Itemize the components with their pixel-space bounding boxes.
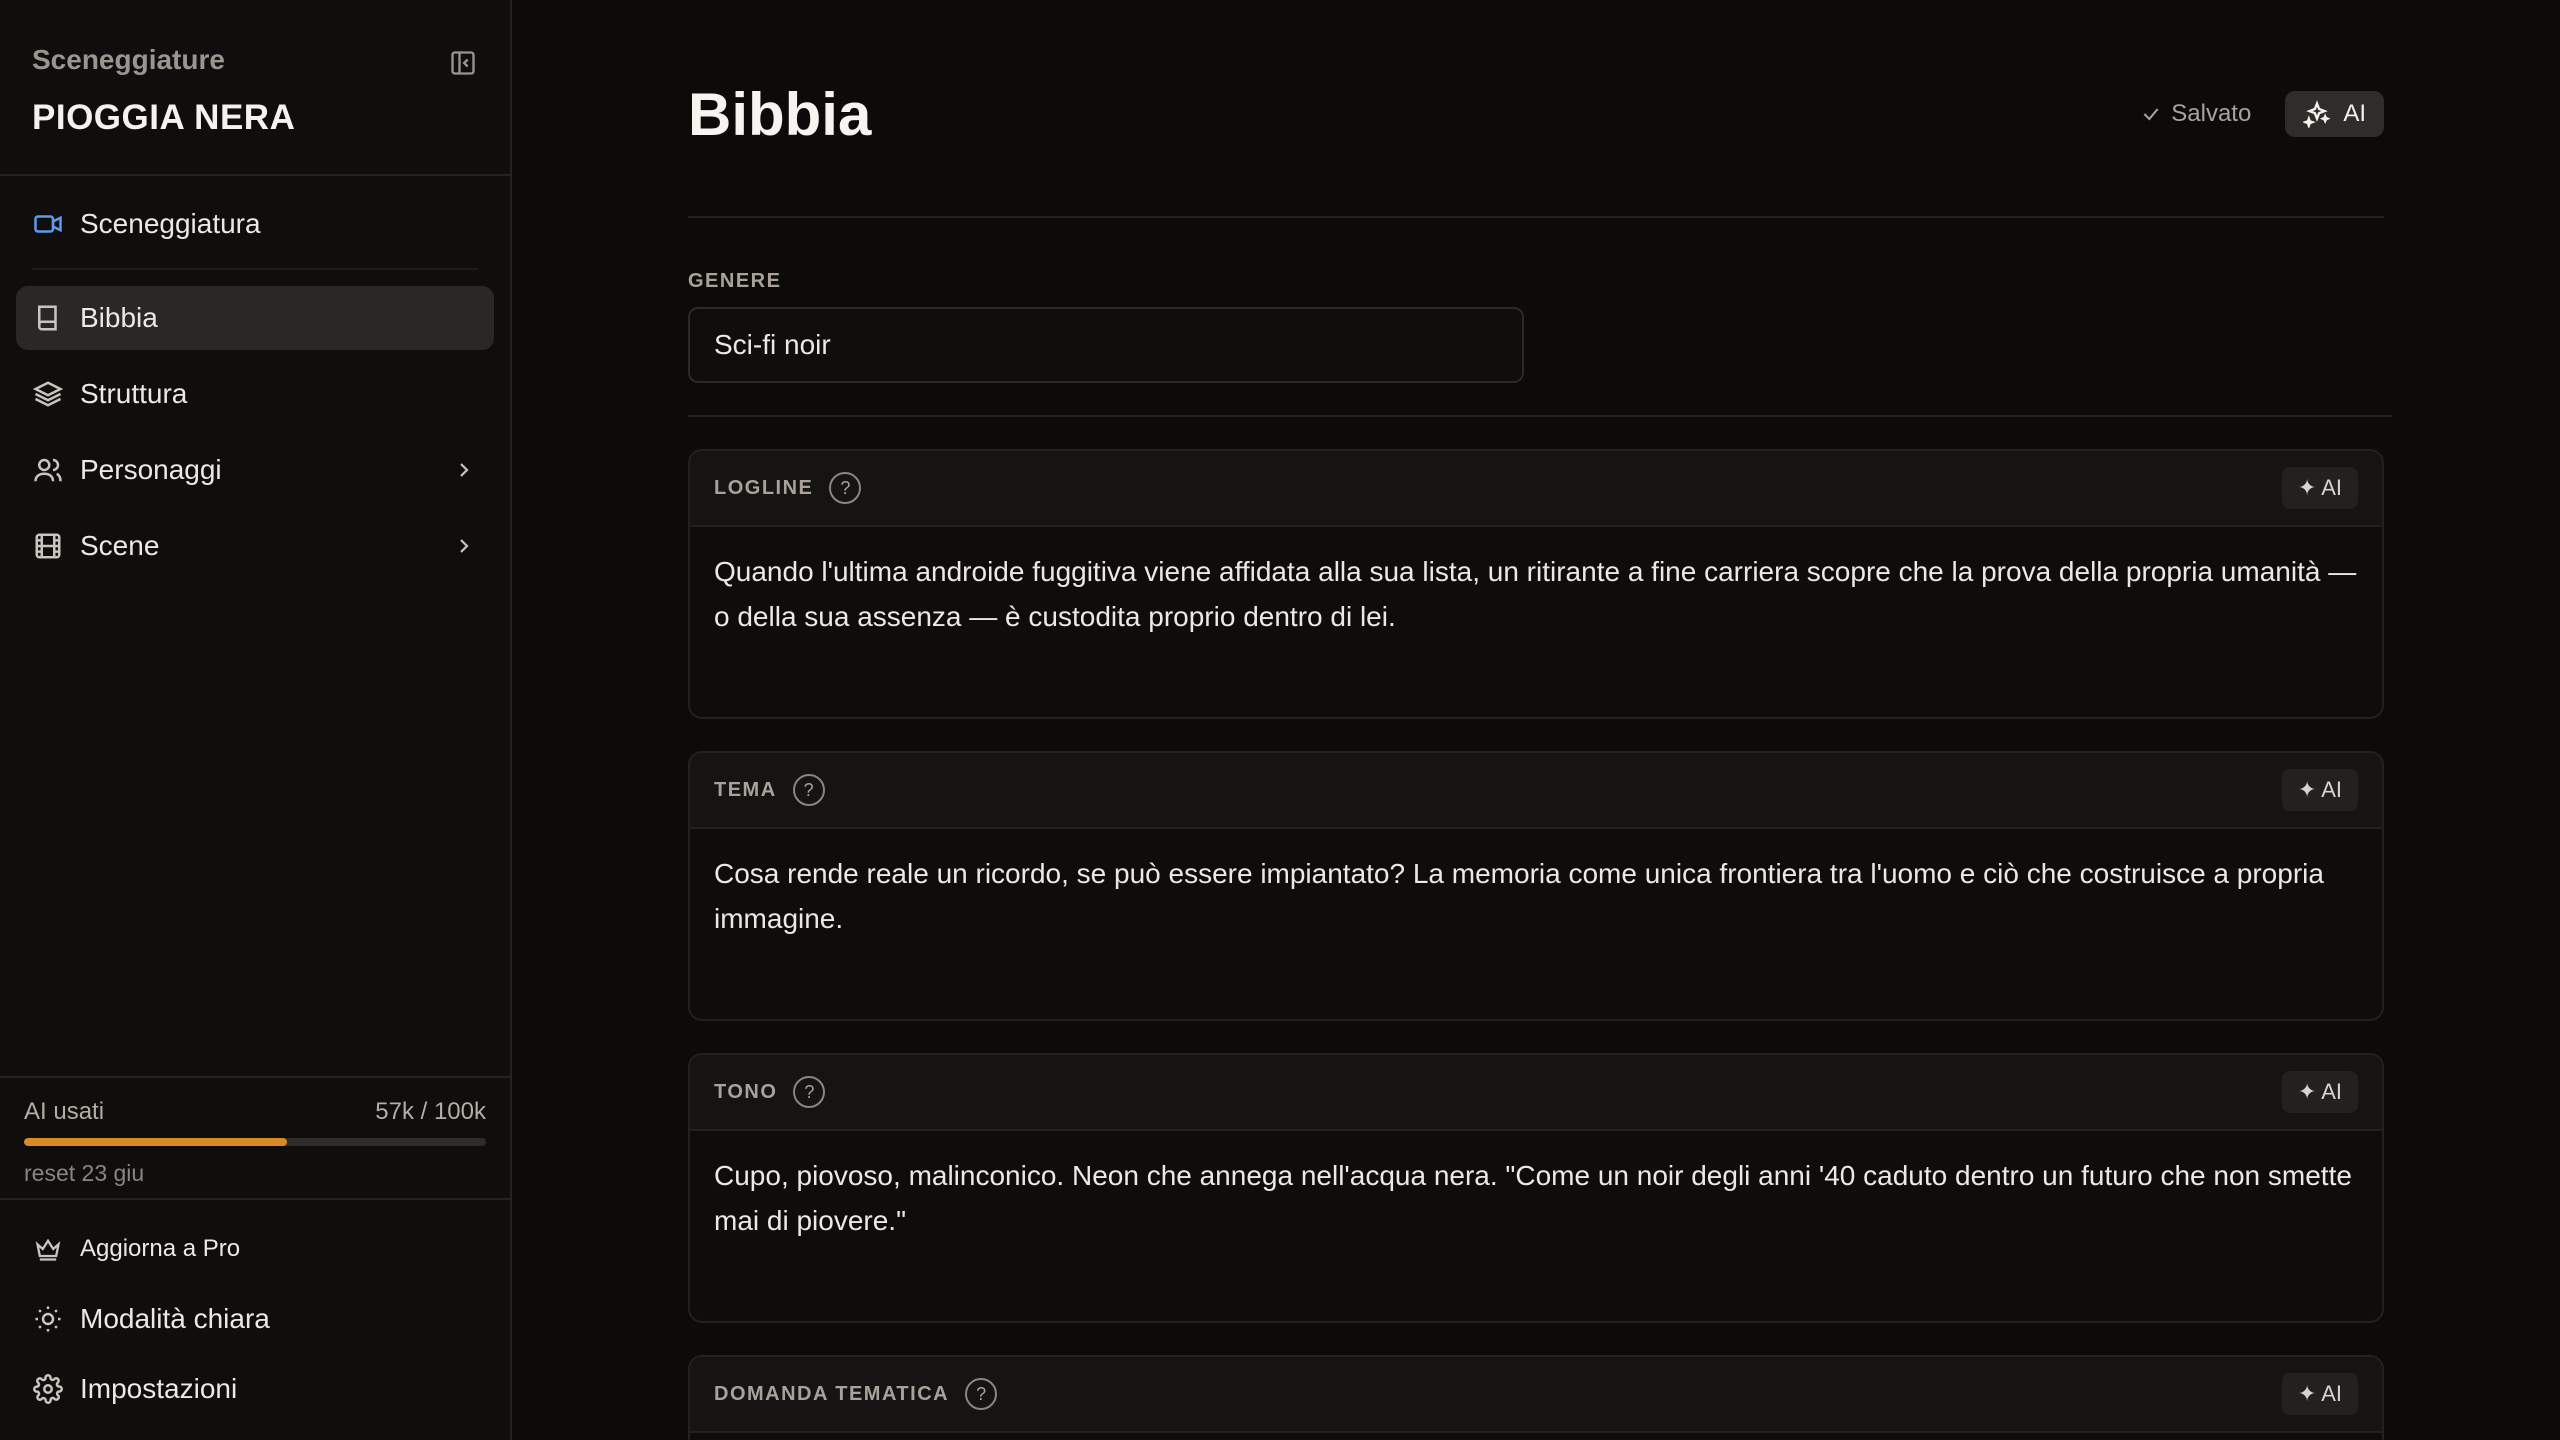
light-mode-label: Modalità chiara	[80, 1303, 270, 1334]
sidebar-item-label: Sceneggiatura	[80, 208, 261, 239]
domanda-tematica-card: DOMANDA TEMATICA ? ✦ AI	[688, 1355, 2384, 1440]
help-icon[interactable]: ?	[965, 1378, 998, 1410]
upgrade-pro-label: Aggiorna a Pro	[80, 1235, 241, 1262]
sparkles-icon	[2303, 100, 2331, 128]
ai-usage-reset-date: reset 23 giu	[24, 1160, 145, 1186]
sidebar-item-label: Struttura	[80, 378, 188, 409]
section-title: TEMA	[714, 778, 777, 801]
upgrade-pro-button[interactable]: Aggiorna a Pro	[16, 1214, 494, 1284]
light-mode-toggle[interactable]: Modalità chiara	[16, 1284, 494, 1354]
genre-section: GENERE	[688, 218, 2392, 417]
ai-suggest-button[interactable]: ✦ AI	[2281, 467, 2358, 509]
sidebar-collapse-icon	[451, 51, 475, 75]
genre-label: GENERE	[688, 270, 782, 292]
sidebar-item-struttura[interactable]: Struttura	[16, 362, 494, 426]
ai-usage-progress-bar	[24, 1138, 486, 1146]
ai-usage-label: AI usati	[24, 1098, 105, 1125]
genre-input[interactable]	[688, 307, 1524, 383]
gear-icon	[32, 1373, 64, 1405]
sidebar-header: Sceneggiature PIOGGIA NERA	[0, 0, 510, 176]
film-icon	[32, 530, 64, 562]
sidebar-item-label: Bibbia	[80, 302, 158, 333]
section-title: TONO	[714, 1080, 778, 1103]
help-icon[interactable]: ?	[829, 472, 862, 504]
card-header: TONO ? ✦ AI	[690, 1055, 2382, 1131]
users-icon	[32, 454, 64, 486]
sidebar-nav: Sceneggiatura Bibbia Struttura Personagg	[0, 176, 510, 606]
ai-assistant-button[interactable]: AI	[2285, 91, 2384, 137]
ai-button-label: AI	[2343, 100, 2366, 127]
check-icon	[2143, 108, 2159, 121]
tono-text[interactable]: Cupo, piovoso, malinconico. Neon che ann…	[690, 1131, 2382, 1321]
video-camera-icon	[32, 208, 64, 240]
sidebar-item-sceneggiatura[interactable]: Sceneggiatura	[16, 192, 494, 256]
tono-card: TONO ? ✦ AI Cupo, piovoso, malinconico. …	[688, 1053, 2384, 1323]
section-title: DOMANDA TEMATICA	[714, 1382, 950, 1405]
main-content: Bibbia Salvato AI GENERE Sci-fi noir LOG…	[512, 0, 2560, 1440]
card-header: DOMANDA TEMATICA ? ✦ AI	[690, 1357, 2382, 1433]
tema-card: TEMA ? ✦ AI Cosa rende reale un ricordo,…	[688, 751, 2384, 1021]
chevron-right-icon[interactable]	[450, 532, 478, 560]
sidebar-item-scene[interactable]: Scene	[16, 514, 494, 578]
crown-icon	[32, 1233, 64, 1265]
settings-button[interactable]: Impostazioni	[16, 1354, 494, 1424]
card-header: LOGLINE ? ✦ AI	[690, 451, 2382, 527]
page-header: Bibbia Salvato AI	[688, 0, 2384, 218]
ai-suggest-button[interactable]: ✦ AI	[2281, 1071, 2358, 1113]
saved-status: Salvato	[2141, 100, 2251, 128]
ai-suggest-button[interactable]: ✦ AI	[2281, 1373, 2358, 1415]
sidebar-item-bibbia[interactable]: Bibbia	[16, 286, 494, 350]
logline-card: LOGLINE ? ✦ AI Quando l'ultima androide …	[688, 449, 2384, 719]
page-title: Bibbia	[688, 80, 872, 148]
layers-icon	[32, 378, 64, 410]
card-header: TEMA ? ✦ AI	[690, 753, 2382, 829]
logline-text[interactable]: Quando l'ultima androide fuggitiva viene…	[690, 527, 2382, 717]
saved-label: Salvato	[2171, 100, 2252, 127]
sidebar: Sceneggiature PIOGGIA NERA Sceneggiatura…	[0, 0, 512, 1440]
settings-label: Impostazioni	[80, 1373, 238, 1404]
book-icon	[32, 302, 64, 334]
help-icon[interactable]: ?	[793, 1076, 826, 1108]
sidebar-footer: Aggiorna a Pro Modalità chiara Impostazi…	[0, 1198, 510, 1424]
tema-text[interactable]: Cosa rende reale un ricordo, se può esse…	[690, 829, 2382, 1019]
sun-icon	[32, 1303, 64, 1335]
app-name: Sceneggiature	[32, 44, 225, 75]
section-title: LOGLINE	[714, 476, 814, 499]
ai-suggest-button[interactable]: ✦ AI	[2281, 769, 2358, 811]
sidebar-item-label: Scene	[80, 530, 160, 561]
app-window: Sceneggiature PIOGGIA NERA Sceneggiatura…	[0, 0, 2560, 1440]
help-icon[interactable]: ?	[792, 774, 825, 806]
sidebar-item-label: Personaggi	[80, 454, 222, 485]
project-name: PIOGGIA NERA	[32, 98, 296, 137]
ai-usage-panel: AI usati 57k / 100k reset 23 giu	[0, 1076, 510, 1200]
ai-usage-progress-fill	[24, 1138, 288, 1146]
collapse-sidebar-button[interactable]	[448, 48, 478, 78]
nav-divider	[32, 268, 478, 270]
sidebar-item-personaggi[interactable]: Personaggi	[16, 438, 494, 502]
chevron-right-icon[interactable]	[450, 456, 478, 484]
ai-usage-value: 57k / 100k	[375, 1098, 486, 1125]
